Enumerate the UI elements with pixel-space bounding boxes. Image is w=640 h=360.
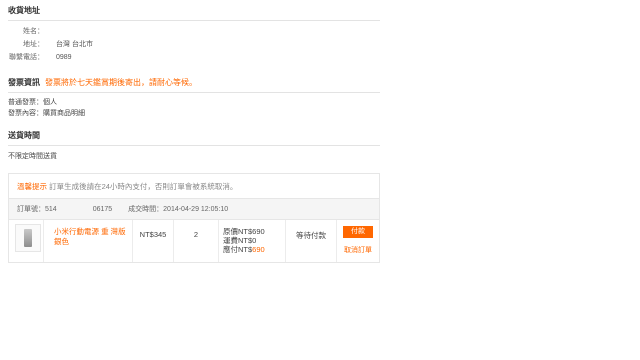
address-phone-row: 聯繫電話： 0989 [8,51,380,64]
shipping-fee: 運費NT$0 [223,236,257,245]
order-status: 等待付款 [286,220,337,262]
amount-due-value: 690 [252,245,265,254]
tip-label: 溫馨提示 [17,182,47,191]
order-time: 成交時間：2014-04-29 12:05:10 [128,206,229,213]
order-item-row: 小米行動電源 重 灣版 銀色 NT$345 2 原價NT$690 運費NT$0 … [9,220,379,262]
product-name[interactable]: 小米行動電源 重 灣版 銀色 [44,220,133,262]
product-image-cell [9,220,44,262]
order-tip: 溫馨提示 訂單生成後請在24小時內支付，否則訂單會被系統取消。 [9,174,379,199]
power-bank-image [24,229,32,247]
address-section-title: 收貨地址 [8,0,380,21]
address-location-row: 地址： 台灣 台北市 [8,38,380,51]
invoice-section-title: 發票資訊 發票將於七天鑑賞期後寄出，請耐心等候。 [8,72,380,93]
amount-due: 應付NT$690 [223,245,285,254]
tip-text: 訂單生成後請在24小時內支付，否則訂單會被系統取消。 [49,182,238,191]
invoice-title-text: 發票資訊 [8,78,40,87]
delivery-value: 不限定時間送貨 [8,153,57,160]
cancel-order-link[interactable]: 取消訂單 [337,245,379,255]
original-price: 原價NT$690 [223,227,265,236]
order-header: 訂單號： 514 06175 成交時間：2014-04-29 12:05:10 [9,199,379,220]
order-detail-panel: 收貨地址 姓名： 地址： 台灣 台北市 聯繫電話： 0989 發票資訊 發票將於… [8,0,380,263]
product-quantity: 2 [174,220,219,262]
order-actions: 付款 取消訂單 [337,220,379,262]
address-name-row: 姓名： [8,25,380,38]
order-number-prefix: 514 [45,205,57,213]
address-value: 台灣 台北市 [56,41,93,48]
order-box: 溫馨提示 訂單生成後請在24小時內支付，否則訂單會被系統取消。 訂單號： 514… [8,173,380,263]
order-number-label: 訂單號： [17,206,45,213]
delivery-section-title: 送貨時間 [8,125,380,146]
invoice-type: 普通發票：個人 [8,99,57,106]
name-label: 姓名： [23,28,44,35]
invoice-note: 發票將於七天鑑賞期後寄出，請耐心等候。 [45,78,197,87]
amount-due-label: 應付NT$ [223,245,253,254]
phone-label: 聯繫電話： [9,54,44,61]
order-number-redaction [56,205,93,213]
invoice-block: 普通發票：個人 發票內容：購買商品明細 [8,93,380,125]
address-block: 姓名： 地址： 台灣 台北市 聯繫電話： 0989 [8,21,380,68]
pay-button[interactable]: 付款 [343,226,373,238]
address-label: 地址： [23,41,44,48]
order-number-suffix: 06175 [92,205,113,213]
amount-summary: 原價NT$690 運費NT$0 應付NT$690 [219,220,286,262]
product-thumbnail[interactable] [15,224,41,252]
phone-value: 0989 [56,54,72,61]
invoice-content: 發票內容：購買商品明細 [8,110,85,117]
product-price: NT$345 [133,220,174,262]
